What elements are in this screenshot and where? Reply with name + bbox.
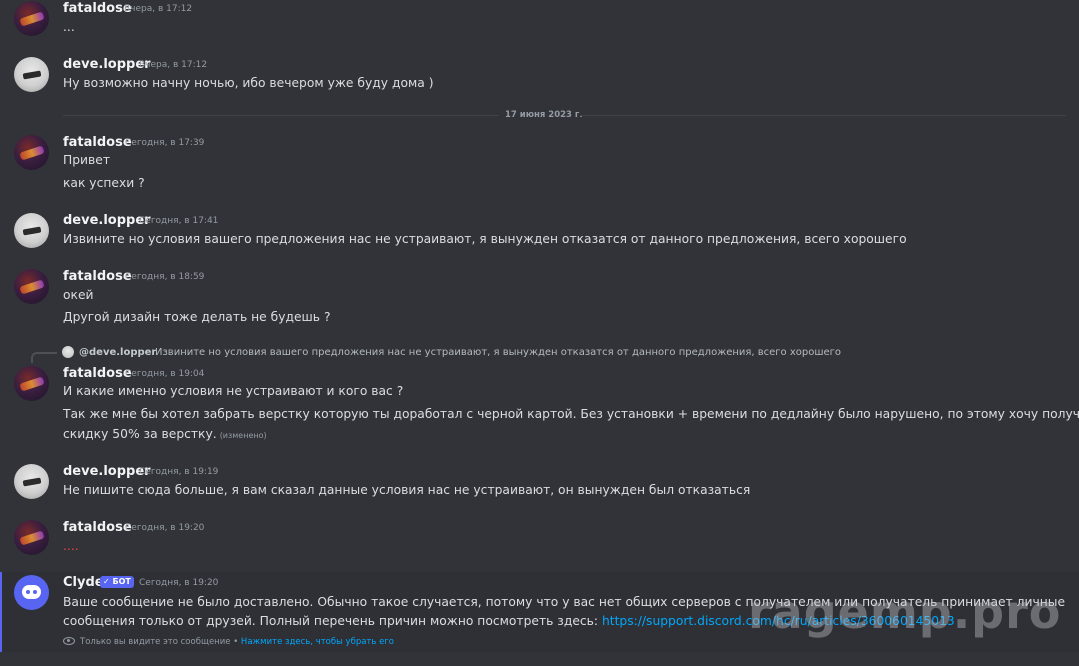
highlight-bar bbox=[0, 572, 2, 652]
author-name[interactable]: fataldose bbox=[63, 269, 132, 284]
reply-preview[interactable]: Извините но условия вашего предложения н… bbox=[155, 347, 841, 358]
avatar[interactable] bbox=[14, 520, 49, 555]
avatar[interactable] bbox=[14, 575, 49, 610]
message-text: скидку 50% за верстку. bbox=[63, 427, 217, 441]
message-text: ... bbox=[63, 20, 75, 34]
avatar[interactable] bbox=[14, 57, 49, 92]
timestamp: Сегодня, в 19:20 bbox=[125, 523, 205, 533]
avatar[interactable] bbox=[14, 366, 49, 401]
message-text-line: скидку 50% за верстку. (изменено) bbox=[63, 427, 267, 441]
timestamp: Вчера, в 17:12 bbox=[139, 60, 208, 70]
author-name[interactable]: deve.lopper bbox=[63, 57, 151, 72]
ephemeral-note: Только вы видите это сообщение • Нажмите… bbox=[63, 636, 394, 647]
message-text: Ну возможно начну ночью, ибо вечером уже… bbox=[63, 76, 434, 90]
message-text: .... bbox=[63, 539, 79, 553]
bot-badge: ✓ БОТ bbox=[100, 576, 134, 588]
timestamp: Вчера, в 17:12 bbox=[124, 4, 193, 14]
avatar[interactable] bbox=[14, 1, 49, 36]
message-text: И какие именно условия не устраивают и к… bbox=[63, 384, 404, 398]
ephemeral-text: Только вы видите это сообщение • bbox=[80, 637, 241, 647]
author-name[interactable]: fataldose bbox=[63, 520, 132, 535]
watermark: ragemp.pro bbox=[748, 585, 1062, 639]
message-text: окей bbox=[63, 288, 94, 302]
author-name[interactable]: Clyde bbox=[63, 575, 104, 590]
date-divider: 17 июня 2023 г. bbox=[505, 110, 583, 120]
date-divider-line bbox=[63, 115, 499, 116]
avatar[interactable] bbox=[14, 213, 49, 248]
author-name[interactable]: fataldose bbox=[63, 1, 132, 16]
author-name[interactable]: fataldose bbox=[63, 366, 132, 381]
message-text: Извините но условия вашего предложения н… bbox=[63, 232, 907, 246]
dismiss-link[interactable]: Нажмите здесь, чтобы убрать его bbox=[241, 637, 394, 647]
date-divider-line bbox=[580, 115, 1066, 116]
reply-connector bbox=[31, 352, 57, 363]
message-text: Другой дизайн тоже делать не будешь ? bbox=[63, 310, 331, 324]
author-name[interactable]: fataldose bbox=[63, 135, 132, 150]
timestamp: Сегодня, в 19:19 bbox=[139, 467, 219, 477]
avatar[interactable] bbox=[14, 135, 49, 170]
timestamp: Сегодня, в 19:20 bbox=[139, 578, 219, 588]
reply-author[interactable]: @deve.lopper bbox=[79, 347, 156, 358]
edited-label: (изменено) bbox=[219, 431, 267, 440]
author-name[interactable]: deve.lopper bbox=[63, 464, 151, 479]
timestamp: Сегодня, в 17:41 bbox=[139, 216, 219, 226]
avatar[interactable] bbox=[14, 464, 49, 499]
message-text: Не пишите сюда больше, я вам сказал данн… bbox=[63, 483, 751, 497]
reply-avatar bbox=[62, 346, 74, 358]
author-name[interactable]: deve.lopper bbox=[63, 213, 151, 228]
message-text: как успехи ? bbox=[63, 176, 145, 190]
timestamp: Сегодня, в 17:39 bbox=[125, 138, 205, 148]
eye-icon bbox=[63, 636, 75, 645]
timestamp: Сегодня, в 19:04 bbox=[125, 369, 205, 379]
message-text: Привет bbox=[63, 153, 111, 167]
timestamp: Сегодня, в 18:59 bbox=[125, 272, 205, 282]
avatar[interactable] bbox=[14, 269, 49, 304]
message-text: Так же мне бы хотел забрать верстку кото… bbox=[63, 407, 1079, 421]
message-text: сообщения только от друзей. Полный переч… bbox=[63, 614, 602, 628]
clyde-icon bbox=[22, 585, 41, 599]
